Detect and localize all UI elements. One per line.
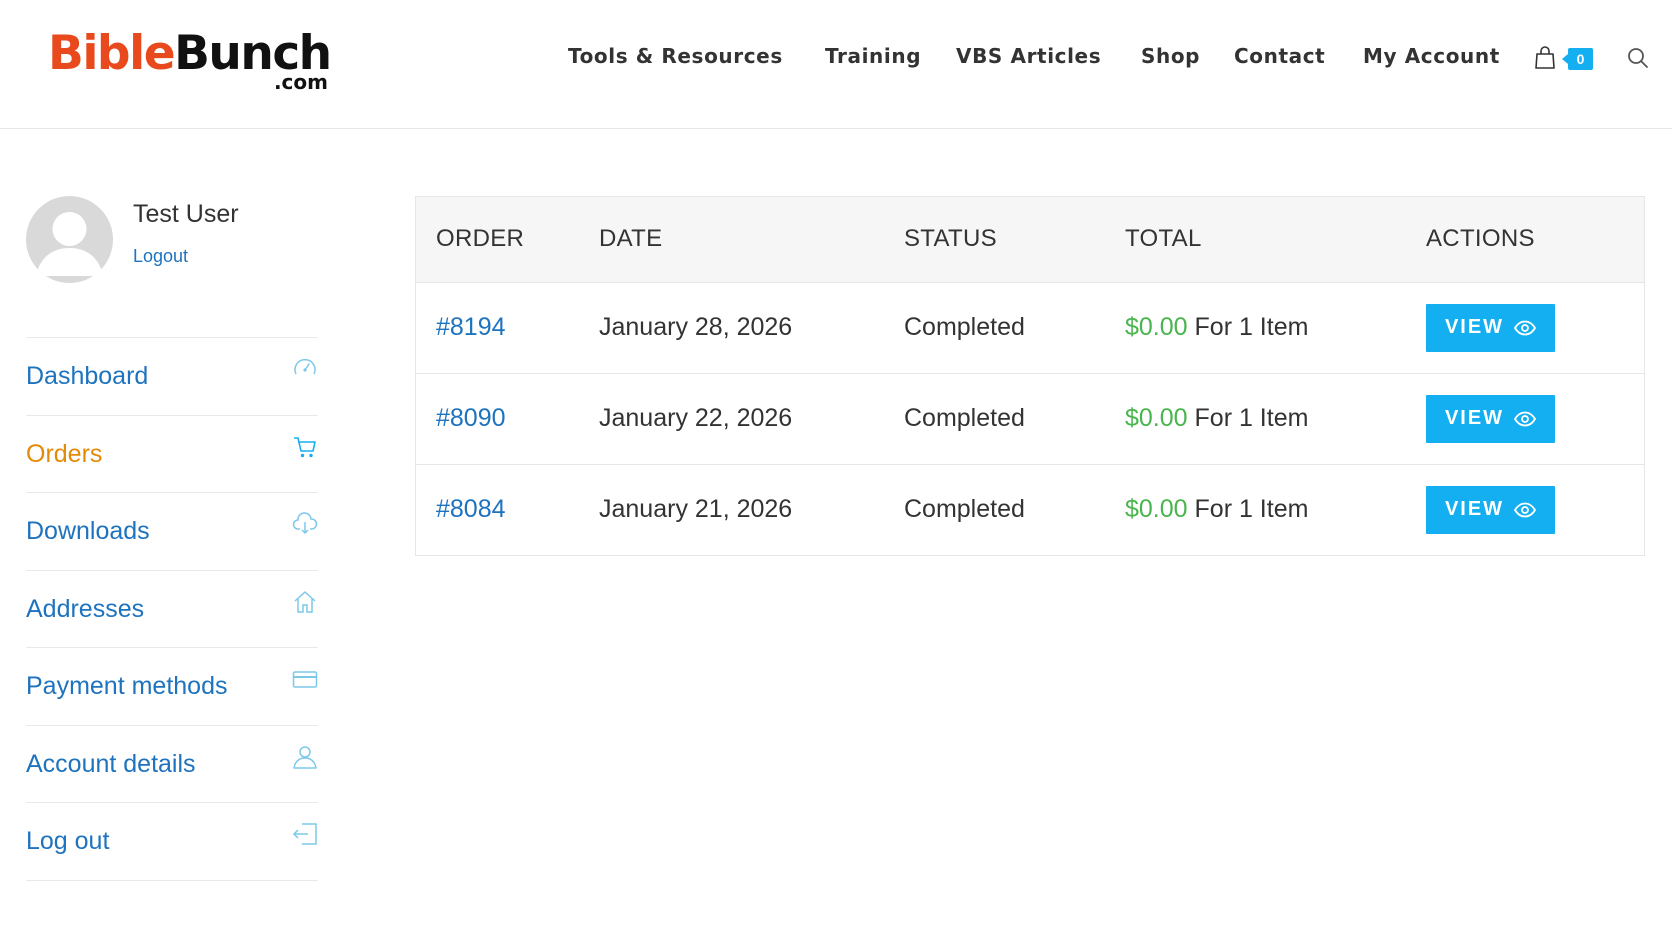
column-header-total: TOTAL (1125, 225, 1202, 253)
order-status: Completed (904, 313, 1025, 341)
order-number-link[interactable]: #8090 (436, 404, 506, 432)
order-status: Completed (904, 404, 1025, 432)
user-icon (293, 745, 317, 769)
view-button-label: VIEW (1444, 316, 1505, 338)
account-nav-label[interactable]: Dashboard (26, 362, 148, 391)
order-date: January 28, 2026 (599, 313, 793, 341)
user-name: Test User (133, 200, 239, 228)
cart-icon (294, 436, 316, 457)
order-status: Completed (904, 495, 1025, 524)
column-header-date: DATE (599, 225, 663, 253)
order-number-link[interactable]: #8194 (436, 313, 506, 341)
order-total: $0.00 For 1 Item (1105, 282, 1406, 373)
order-amount: $0.00 (1125, 313, 1188, 341)
account-nav-account-details[interactable]: Account details (26, 726, 318, 803)
eye-icon (1514, 502, 1537, 518)
nav-tools-resources[interactable]: Tools & Resources (568, 44, 783, 68)
account-nav-label[interactable]: Orders (26, 440, 102, 469)
view-order-button[interactable]: VIEW (1426, 394, 1555, 443)
account-nav-label[interactable]: Log out (26, 827, 109, 856)
nav-training[interactable]: Training (825, 44, 921, 68)
table-row: #8084 January 21, 2026 Completed $0.00 F… (416, 464, 1644, 555)
account-nav-downloads[interactable]: Downloads (26, 493, 318, 571)
order-total: $0.00 For 1 Item (1105, 464, 1406, 555)
order-date: January 21, 2026 (599, 495, 793, 524)
column-header-actions: ACTIONS (1426, 225, 1535, 253)
order-number-link[interactable]: #8084 (436, 495, 506, 523)
order-amount: $0.00 (1125, 495, 1188, 524)
eye-icon (1514, 320, 1537, 335)
credit-card-icon (292, 671, 318, 688)
order-date: January 22, 2026 (599, 404, 793, 432)
eye-icon (1514, 411, 1537, 426)
view-button-label: VIEW (1444, 407, 1505, 429)
nav-my-account[interactable]: My Account (1363, 44, 1500, 68)
table-row: #8194 January 28, 2026 Completed $0.00 F… (416, 282, 1644, 373)
logo-suffix: .com (273, 70, 328, 94)
account-nav-addresses[interactable]: Addresses (26, 571, 318, 648)
account-nav-label[interactable]: Account details (26, 750, 196, 779)
home-icon (294, 590, 316, 613)
site-logo[interactable]: BibleBunch .com (48, 30, 338, 94)
table-row: #8090 January 22, 2026 Completed $0.00 F… (416, 373, 1644, 464)
account-navigation: Dashboard Orders Downloads Addresses Pay… (26, 337, 318, 881)
account-nav-dashboard[interactable]: Dashboard (26, 338, 318, 416)
shopping-bag-icon (1535, 46, 1555, 69)
account-nav-payment-methods[interactable]: Payment methods (26, 648, 318, 726)
search-icon[interactable] (1626, 46, 1650, 70)
order-amount: $0.00 (1125, 404, 1188, 432)
view-button-label: VIEW (1444, 498, 1505, 521)
account-nav-log-out[interactable]: Log out (26, 803, 318, 881)
site-header: BibleBunch .com Tools & Resources Traini… (0, 0, 1672, 129)
column-header-status: STATUS (904, 225, 997, 253)
view-order-button[interactable]: VIEW (1426, 303, 1555, 352)
cloud-download-icon (292, 512, 318, 535)
cart-button[interactable]: 0 (1534, 44, 1594, 74)
order-item-count: For 1 Item (1194, 495, 1309, 524)
order-item-count: For 1 Item (1194, 313, 1309, 341)
avatar (26, 196, 113, 283)
logout-icon (292, 823, 317, 845)
view-order-button[interactable]: VIEW (1426, 485, 1555, 534)
column-header-order: ORDER (436, 225, 525, 253)
nav-shop[interactable]: Shop (1141, 44, 1200, 68)
orders-panel: ORDER DATE STATUS TOTAL ACTIONS #8194 Ja… (415, 196, 1645, 556)
nav-contact[interactable]: Contact (1234, 44, 1325, 68)
order-total: $0.00 For 1 Item (1105, 373, 1406, 464)
account-nav-orders[interactable]: Orders (26, 416, 318, 493)
dashboard-gauge-icon (294, 358, 316, 375)
table-header-row: ORDER DATE STATUS TOTAL ACTIONS (416, 197, 1644, 282)
account-nav-label[interactable]: Payment methods (26, 672, 228, 701)
account-nav-label[interactable]: Downloads (26, 517, 150, 546)
cart-count-badge: 0 (1562, 48, 1593, 70)
nav-vbs-articles[interactable]: VBS Articles (956, 44, 1101, 68)
logout-link[interactable]: Logout (133, 246, 188, 267)
account-nav-label[interactable]: Addresses (26, 595, 144, 624)
order-item-count: For 1 Item (1194, 404, 1309, 432)
orders-table: ORDER DATE STATUS TOTAL ACTIONS #8194 Ja… (416, 197, 1644, 555)
